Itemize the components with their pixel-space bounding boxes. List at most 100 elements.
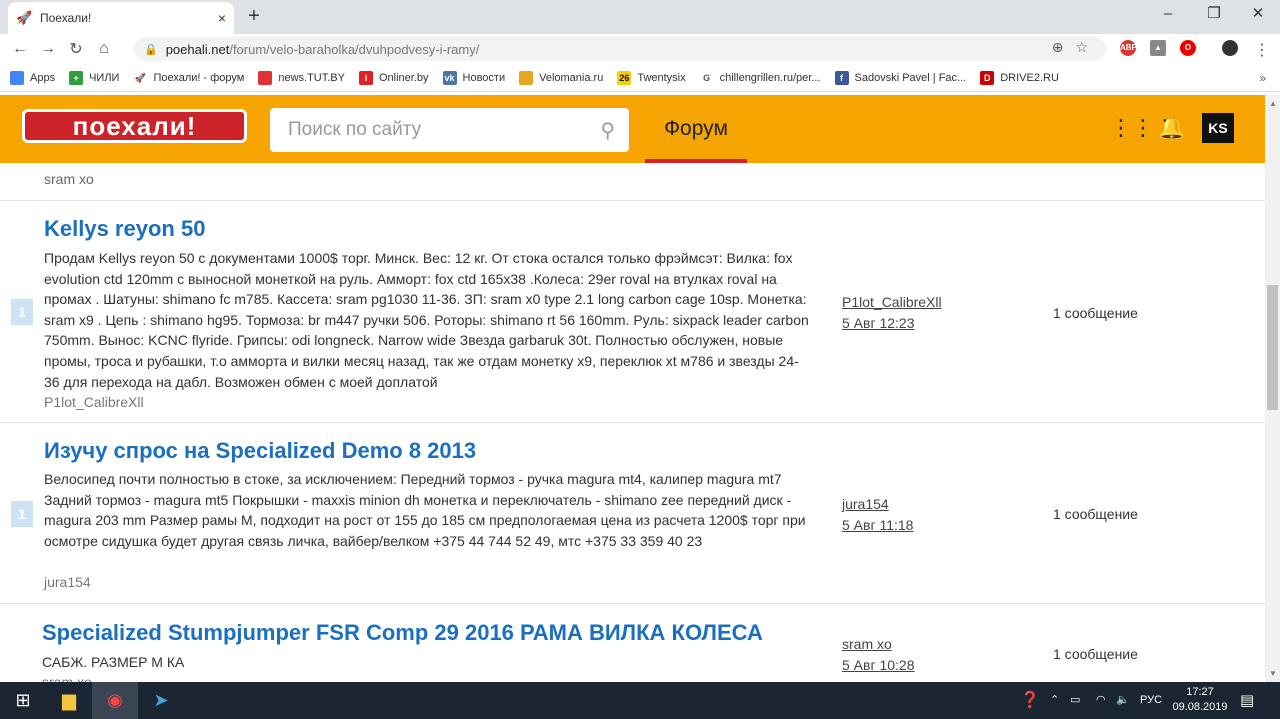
bookmark-velomania[interactable]: Velomania.ru xyxy=(519,70,603,85)
bookmark-apps[interactable]: Apps xyxy=(10,70,55,85)
clock-date: 09.08.2019 xyxy=(1172,701,1228,713)
menu-icon[interactable]: ⋮ xyxy=(1248,40,1276,60)
site-logo[interactable]: поехали! xyxy=(22,109,247,143)
vk-icon: vk xyxy=(442,70,457,85)
velomania-icon xyxy=(519,70,534,85)
scroll-up-icon[interactable]: ▲ xyxy=(1269,99,1277,108)
rocket-icon: 🚀 xyxy=(134,72,147,83)
bookmark-chillengrillen[interactable]: Gchillengrillen.ru/per... xyxy=(700,71,820,85)
tutby-icon xyxy=(258,70,273,85)
lock-icon: 🔒 xyxy=(144,43,158,56)
url-domain: poehali.net xyxy=(165,41,230,57)
scroll-thumb[interactable] xyxy=(1267,285,1278,410)
topic-description: САБЖ. РАЗМЕР М КА xyxy=(42,654,185,670)
bookmark-vk[interactable]: vk Новости xyxy=(442,70,505,85)
help-icon[interactable]: ❓ xyxy=(1020,682,1040,719)
last-post: jura154 5 Авг 11:18 xyxy=(842,494,913,536)
url-path: /forum/velo-baraholka/dvuhpodvesy-i-ramy… xyxy=(229,41,480,57)
last-post-date[interactable]: 5 Авг 12:23 xyxy=(842,313,942,334)
page-scrollbar[interactable]: ▲ ▼ xyxy=(1265,95,1280,682)
windows-taskbar: ⊞ ▆ ◉ ➤ ❓ ⌃ ▭ ◠ 🔈 РУС 17:27 09.08.2019 ▤ xyxy=(0,682,1280,719)
last-post: sram xo 5 Авг 10:28 xyxy=(842,634,914,676)
browser-window: 🚀 Поехали! × + – ❐ ✕ ← → ↻ ⌂ 🔒 poehali.n… xyxy=(0,0,1280,719)
reload-icon[interactable]: ↻ xyxy=(62,39,90,59)
new-tab-button[interactable]: + xyxy=(244,4,264,28)
windows-start-icon[interactable]: ⊞ xyxy=(0,682,46,719)
last-post-author[interactable]: sram xo xyxy=(842,634,914,655)
chillengrillen-icon: G xyxy=(703,72,711,83)
bookmark-onliner[interactable]: i Onliner.by xyxy=(358,70,429,85)
last-post: P1lot_CalibreXll 5 Авг 12:23 xyxy=(842,292,942,334)
tab-title: Поехали! xyxy=(40,11,92,25)
forum-tab[interactable]: Форум xyxy=(645,95,747,163)
bookmarks-bar: Apps + ЧИЛИ 🚀 Поехали! - форум news.TUT.BY… xyxy=(0,64,1280,92)
topic-row: 1 Изучу спрос на Specialized Demo 8 2013… xyxy=(0,422,1265,603)
topic-description: Продам Kellys reyon 50 с документами 100… xyxy=(44,250,809,390)
adblock-icon[interactable]: ABP xyxy=(1120,40,1137,56)
topic-row: 1 Kellys reyon 50 Продам Kellys reyon 50… xyxy=(0,200,1265,422)
extension-icon[interactable]: ▲ xyxy=(1150,40,1166,56)
apps-grid-icon xyxy=(10,70,24,85)
rocket-icon: 🚀 xyxy=(16,10,33,25)
clock[interactable]: 17:27 09.08.2019 xyxy=(1168,685,1232,715)
bookmark-chili[interactable]: + ЧИЛИ xyxy=(69,70,119,85)
message-count: 1 сообщение xyxy=(1053,506,1138,522)
profile-avatar[interactable] xyxy=(1222,40,1238,56)
minimize-button[interactable]: – xyxy=(1148,4,1188,24)
battery-icon[interactable]: ▭ xyxy=(1070,682,1080,719)
tab-close-icon[interactable]: × xyxy=(218,10,226,26)
address-bar[interactable]: 🔒 poehali.net/forum/velo-baraholka/dvuhp… xyxy=(134,37,1106,61)
topic-author[interactable]: sram xo xyxy=(42,674,92,682)
tray-arrow-icon[interactable]: ⌃ xyxy=(1050,682,1059,719)
volume-icon[interactable]: 🔈 xyxy=(1116,682,1130,719)
topic-description: Велосипед почти полностью в стоке, за ис… xyxy=(44,471,806,549)
last-post-author[interactable]: jura154 xyxy=(842,494,913,515)
opera-icon[interactable]: O xyxy=(1180,40,1196,56)
bookmark-poehali[interactable]: 🚀 Поехали! - форум xyxy=(133,71,245,85)
bell-icon[interactable]: 🔔 xyxy=(1158,115,1185,141)
site-search: ⚲ xyxy=(270,108,629,152)
drive2-icon: D xyxy=(980,70,995,85)
message-count: 1 сообщение xyxy=(1053,646,1138,662)
chrome-icon[interactable]: ◉ xyxy=(92,682,138,719)
folder-icon[interactable]: ▆ xyxy=(46,682,92,719)
close-window-button[interactable]: ✕ xyxy=(1238,4,1278,24)
language-indicator[interactable]: РУС xyxy=(1140,682,1162,719)
twentysix-icon: 26 xyxy=(617,70,632,85)
last-post-author[interactable]: P1lot_CalibreXll xyxy=(842,292,942,313)
zoom-star-icons[interactable]: ⊕☆ xyxy=(1052,39,1100,56)
telegram-icon[interactable]: ➤ xyxy=(138,682,184,719)
message-count: 1 сообщение xyxy=(1053,305,1138,321)
search-icon[interactable]: ⚲ xyxy=(600,118,615,143)
back-arrow-icon[interactable]: ← xyxy=(6,40,34,58)
topic-row: Specialized Stumpjumper FSR Comp 29 2016… xyxy=(0,603,1265,682)
bookmark-tutby[interactable]: news.TUT.BY xyxy=(258,70,345,85)
onliner-icon: i xyxy=(358,70,373,85)
bookmarks-more-icon[interactable]: » xyxy=(1259,71,1266,85)
topic-list: sram xo 1 Kellys reyon 50 Продам Kellys … xyxy=(0,163,1265,682)
home-icon[interactable]: ⌂ xyxy=(90,40,118,58)
tab-strip: 🚀 Поехали! × + – ❐ ✕ xyxy=(0,0,1280,34)
tab-active[interactable]: 🚀 Поехали! × xyxy=(8,2,234,34)
user-avatar[interactable]: KS xyxy=(1202,113,1234,143)
scroll-down-icon[interactable]: ▼ xyxy=(1269,669,1277,678)
topic-author[interactable]: jura154 xyxy=(44,574,91,590)
topic-title[interactable]: Specialized Stumpjumper FSR Comp 29 2016… xyxy=(42,620,763,646)
prev-topic-author[interactable]: sram xo xyxy=(44,171,94,187)
bookmark-drive2[interactable]: D DRIVE2.RU xyxy=(980,70,1059,85)
topic-title[interactable]: Kellys reyon 50 xyxy=(44,216,205,242)
maximize-button[interactable]: ❐ xyxy=(1194,4,1234,24)
last-post-date[interactable]: 5 Авг 10:28 xyxy=(842,655,914,676)
topic-title[interactable]: Изучу спрос на Specialized Demo 8 2013 xyxy=(44,438,476,464)
unread-badge: 1 xyxy=(11,299,33,325)
bookmark-twentysix[interactable]: 26 Twentysix xyxy=(617,70,686,85)
last-post-date[interactable]: 5 Авг 11:18 xyxy=(842,515,913,536)
site-header: поехали! ⚲ Форум ⋮⋮⋮ 🔔 KS xyxy=(0,95,1265,163)
plus-icon: + xyxy=(69,70,84,85)
bookmark-facebook[interactable]: f Sadovski Pavel | Fac... xyxy=(834,70,966,85)
topic-author[interactable]: P1lot_CalibreXll xyxy=(44,394,144,410)
search-input[interactable] xyxy=(270,108,570,152)
forward-arrow-icon[interactable]: → xyxy=(34,40,62,58)
wifi-icon[interactable]: ◠ xyxy=(1096,682,1106,719)
notifications-icon[interactable]: ▤ xyxy=(1240,682,1254,719)
